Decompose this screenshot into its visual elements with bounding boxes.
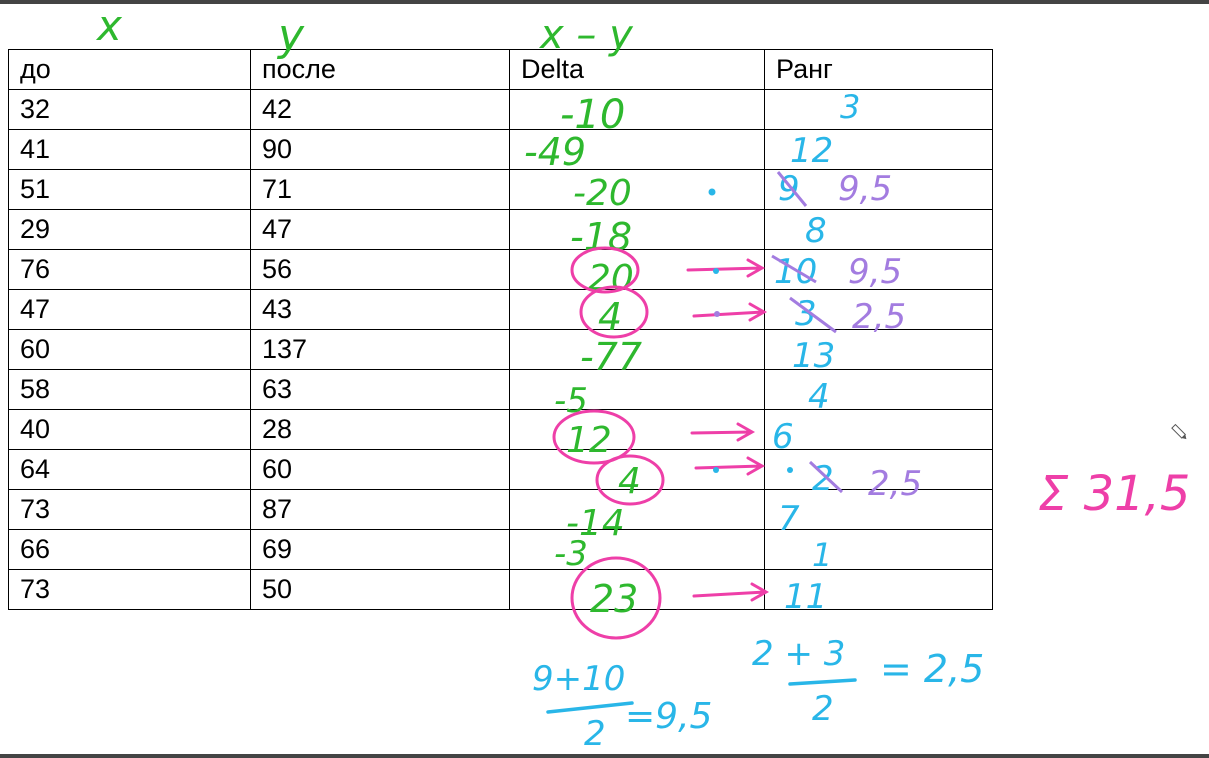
- arrow: [690, 422, 756, 442]
- rank-value: 3: [840, 88, 860, 126]
- delta-value: 4: [598, 295, 622, 339]
- arrow: [692, 302, 768, 322]
- delta-value: -3: [554, 534, 588, 574]
- rank-value: 1: [812, 536, 832, 574]
- handwriting-layer: x y x – y -10 -49 -20 -18 20 4 -77 -5 12…: [95, 1, 1190, 754]
- delta-value: 4: [618, 461, 641, 502]
- arrow: [694, 456, 766, 476]
- delta-value: -49: [524, 130, 586, 174]
- formula2-denominator: 2: [812, 689, 834, 729]
- arrow: [686, 258, 766, 278]
- corrected-rank: 9,5: [848, 252, 902, 292]
- dot-mark: [708, 188, 716, 196]
- fraction-bar: [546, 701, 634, 714]
- dot-mark: [714, 311, 720, 317]
- delta-value: 12: [566, 420, 612, 461]
- annotation-x: x: [95, 1, 123, 50]
- sum-of-ranks: Σ 31,5: [1038, 466, 1190, 522]
- corrected-rank: 9,5: [838, 169, 892, 209]
- dot-mark: [713, 268, 719, 274]
- delta-value: -77: [580, 335, 642, 379]
- formula2-result: = 2,5: [880, 647, 984, 691]
- rank-value: 6: [772, 417, 794, 457]
- formula2-numerator: 2 + 3: [752, 634, 845, 674]
- formula1-result: =9,5: [625, 696, 712, 737]
- delta-value: -20: [573, 173, 632, 214]
- window-bottom-border: [0, 754, 1209, 758]
- formula1-denominator: 2: [584, 714, 606, 754]
- pencil-cursor-icon: [1171, 423, 1187, 440]
- annotation-x-minus-y: x – y: [538, 12, 634, 58]
- delta-value: 23: [590, 577, 638, 621]
- rank-value: 7: [778, 499, 800, 539]
- dot-mark: [713, 467, 719, 473]
- dot-mark: [787, 467, 793, 473]
- rank-value: 13: [792, 336, 835, 376]
- rank-value: 8: [805, 211, 827, 251]
- arrow: [692, 582, 770, 602]
- corrected-rank: 2,5: [852, 297, 906, 337]
- rank-value: 11: [784, 577, 827, 617]
- corrected-rank: 2,5: [868, 464, 922, 504]
- rank-value: 12: [790, 131, 833, 171]
- rank-value-crossed: 10: [774, 252, 817, 292]
- fraction-bar: [788, 678, 857, 686]
- formula1-numerator: 9+10: [532, 659, 625, 699]
- annotation-y: y: [276, 10, 305, 61]
- rank-value: 4: [808, 377, 830, 417]
